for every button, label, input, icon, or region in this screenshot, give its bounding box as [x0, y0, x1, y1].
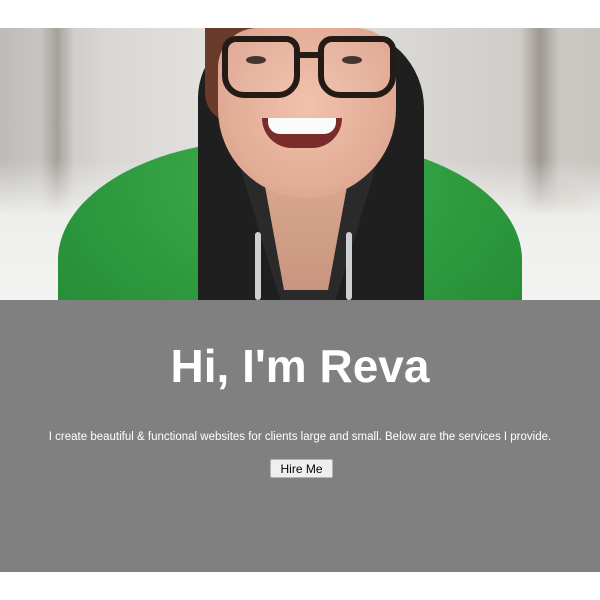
hood-drawstring — [255, 232, 261, 300]
teeth — [268, 118, 336, 134]
glasses-lens-left — [222, 36, 300, 98]
hire-me-button[interactable]: Hire Me — [270, 459, 333, 478]
page-footer-space — [0, 572, 600, 600]
intro-description: I create beautiful & functional websites… — [48, 431, 552, 443]
intro-section: Hi, I'm Reva I create beautiful & functi… — [0, 300, 600, 572]
glasses-bridge — [298, 52, 322, 58]
hood-drawstring — [346, 232, 352, 300]
glasses-lens-right — [318, 36, 396, 98]
page: Hi, I'm Reva I create beautiful & functi… — [0, 0, 600, 600]
intro-title: Hi, I'm Reva — [170, 340, 430, 392]
